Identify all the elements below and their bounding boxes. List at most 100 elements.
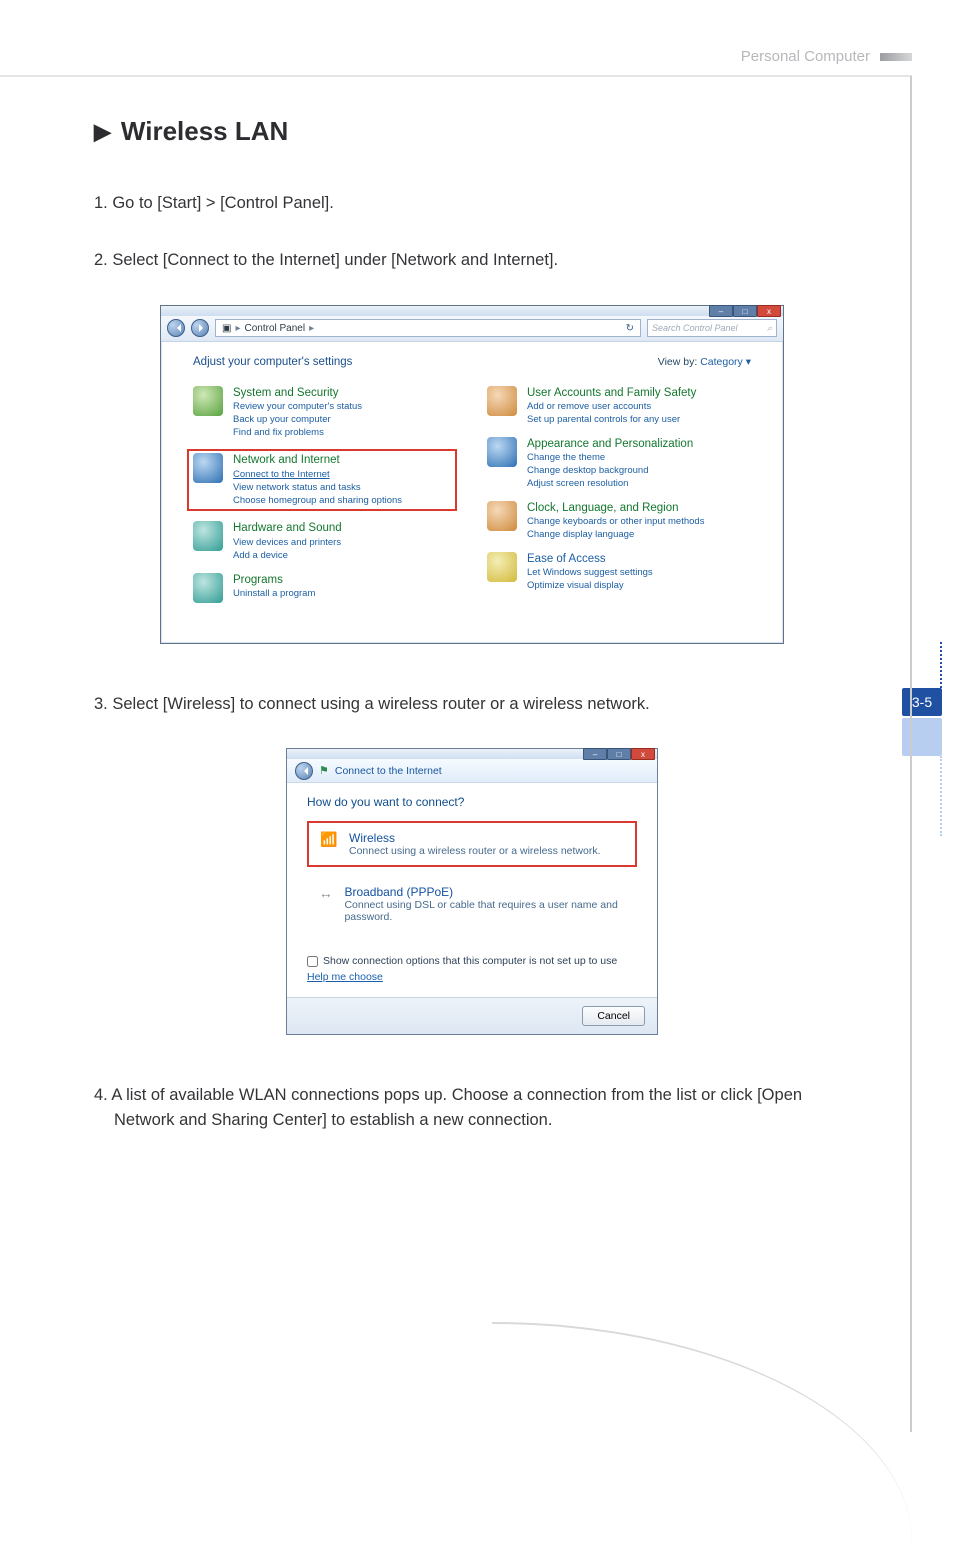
side-dots-bottom — [940, 756, 942, 836]
show-options-label: Show connection options that this comput… — [323, 955, 617, 967]
cp-grid: System and Security Review your computer… — [193, 386, 751, 603]
cp-link[interactable]: Back up your computer — [233, 414, 331, 425]
close-button[interactable]: x — [757, 305, 781, 317]
cp-item-ease-of-access[interactable]: Ease of Access Let Windows suggest setti… — [487, 552, 751, 593]
cp-head-row: Adjust your computer's settings View by:… — [193, 356, 751, 368]
cp-item-user-accounts[interactable]: User Accounts and Family Safety Add or r… — [487, 386, 751, 427]
cp-link[interactable]: Review your computer's status — [233, 401, 362, 412]
option-wireless[interactable]: 📶 Wireless Connect using a wireless rout… — [307, 821, 637, 867]
adjust-label: Adjust your computer's settings — [193, 356, 352, 368]
content-area: ▶ Wireless LAN 1. Go to [Start] > [Contr… — [6, 76, 912, 1432]
cp-title: Hardware and Sound — [233, 521, 342, 537]
broadband-icon: ↔ — [317, 885, 334, 901]
maximize-button[interactable]: □ — [607, 748, 631, 760]
breadcrumb-sep: ▸ — [235, 323, 240, 334]
cp-link[interactable]: Choose homegroup and sharing options — [233, 495, 402, 506]
option-title: Wireless — [349, 831, 601, 845]
close-button[interactable]: x — [631, 748, 655, 760]
globe-icon — [193, 453, 223, 483]
view-by-label: View by: — [658, 356, 698, 368]
cp-link[interactable]: Change keyboards or other input methods — [527, 516, 704, 527]
step-2: 2. Select [Connect to the Internet] unde… — [94, 248, 850, 273]
option-subtitle: Connect using DSL or cable that requires… — [344, 899, 627, 923]
option-broadband[interactable]: ↔ Broadband (PPPoE) Connect using DSL or… — [307, 877, 637, 931]
header-label: Personal Computer — [741, 48, 870, 65]
show-options-checkbox[interactable] — [307, 956, 318, 967]
breadcrumb-label: Control Panel — [244, 323, 305, 334]
arrow-icon: ▶ — [94, 119, 111, 145]
cp-item-clock-language[interactable]: Clock, Language, and Region Change keybo… — [487, 501, 751, 542]
search-input[interactable]: Search Control Panel ⌕ — [647, 319, 777, 337]
nav-back-button[interactable] — [167, 319, 185, 337]
option-subtitle: Connect using a wireless router or a wir… — [349, 845, 601, 857]
window-controls: – □ x — [709, 305, 781, 317]
section-title: Wireless LAN — [121, 116, 288, 147]
cp-title: Ease of Access — [527, 552, 653, 568]
nav-back-button[interactable] — [295, 762, 313, 780]
cp-item-network-internet[interactable]: Network and Internet Connect to the Inte… — [187, 449, 457, 511]
cp-link[interactable]: Add a device — [233, 550, 288, 561]
clock-icon — [487, 501, 517, 531]
side-dots-top — [940, 642, 942, 688]
cp-link[interactable]: View network status and tasks — [233, 482, 361, 493]
dlg-strip: ⚑ Connect to the Internet — [287, 759, 657, 783]
section-heading: ▶ Wireless LAN — [94, 116, 850, 147]
dlg-body: How do you want to connect? 📶 Wireless C… — [287, 783, 657, 1034]
cp-link[interactable]: Find and fix problems — [233, 427, 324, 438]
dlg-question: How do you want to connect? — [307, 795, 637, 809]
search-icon: ⌕ — [767, 323, 772, 334]
cp-link[interactable]: Change display language — [527, 529, 634, 540]
minimize-button[interactable]: – — [709, 305, 733, 317]
nav-forward-button[interactable] — [191, 319, 209, 337]
cp-item-hardware-sound[interactable]: Hardware and Sound View devices and prin… — [193, 521, 457, 562]
cp-link[interactable]: Set up parental controls for any user — [527, 414, 680, 425]
view-by: View by: Category ▾ — [658, 356, 751, 368]
programs-icon — [193, 573, 223, 603]
minimize-button[interactable]: – — [583, 748, 607, 760]
cp-title: Appearance and Personalization — [527, 437, 693, 453]
control-panel-window: – □ x ▣ ▸ Control Panel ▸ ↻ Search Contr… — [160, 305, 784, 644]
cp-link[interactable]: Let Windows suggest settings — [527, 567, 653, 578]
cp-link[interactable]: Change desktop background — [527, 465, 648, 476]
cp-toolbar: ▣ ▸ Control Panel ▸ ↻ Search Control Pan… — [161, 316, 783, 342]
cp-title: Network and Internet — [233, 453, 402, 469]
maximize-button[interactable]: □ — [733, 305, 757, 317]
cp-link[interactable]: View devices and printers — [233, 537, 341, 548]
cp-link[interactable]: Adjust screen resolution — [527, 478, 628, 489]
ease-icon — [487, 552, 517, 582]
cp-link[interactable]: Add or remove user accounts — [527, 401, 651, 412]
users-icon — [487, 386, 517, 416]
breadcrumb-sep2: ▸ — [309, 323, 314, 334]
step-4: 4. A list of available WLAN connections … — [94, 1083, 850, 1133]
cp-link[interactable]: Uninstall a program — [233, 588, 315, 599]
cp-titlebar: – □ x — [161, 306, 783, 316]
cp-item-appearance[interactable]: Appearance and Personalization Change th… — [487, 437, 751, 491]
search-placeholder: Search Control Panel — [652, 323, 738, 333]
printer-icon — [193, 521, 223, 551]
breadcrumb[interactable]: ▣ ▸ Control Panel ▸ ↻ — [215, 319, 641, 337]
monitor-icon — [487, 437, 517, 467]
dlg-titlebar: – □ x — [287, 749, 657, 759]
cp-title: Programs — [233, 573, 315, 589]
dlg-strip-label: Connect to the Internet — [335, 765, 442, 777]
refresh-icon[interactable]: ↻ — [626, 323, 634, 334]
step-1: 1. Go to [Start] > [Control Panel]. — [94, 191, 850, 216]
cp-item-programs[interactable]: Programs Uninstall a program — [193, 573, 457, 603]
page-header: Personal Computer — [741, 48, 912, 65]
shield-icon — [193, 386, 223, 416]
cp-title: System and Security — [233, 386, 362, 402]
cp-link[interactable]: Optimize visual display — [527, 580, 624, 591]
cp-item-system-security[interactable]: System and Security Review your computer… — [193, 386, 457, 440]
help-me-choose-link[interactable]: Help me choose — [307, 971, 637, 983]
cancel-button[interactable]: Cancel — [582, 1006, 645, 1026]
cp-link[interactable]: Change the theme — [527, 452, 605, 463]
view-by-value[interactable]: Category ▾ — [700, 356, 751, 368]
dlg-button-row: Cancel — [287, 997, 657, 1034]
cp-body: Adjust your computer's settings View by:… — [161, 342, 783, 643]
wireless-icon: 📶 — [319, 831, 339, 848]
cp-link-connect-internet[interactable]: Connect to the Internet — [233, 469, 330, 480]
breadcrumb-icon: ▣ — [222, 323, 231, 334]
window-controls: – □ x — [583, 748, 655, 760]
connect-dialog: – □ x ⚑ Connect to the Internet How do y… — [286, 748, 658, 1035]
cp-title: Clock, Language, and Region — [527, 501, 704, 517]
